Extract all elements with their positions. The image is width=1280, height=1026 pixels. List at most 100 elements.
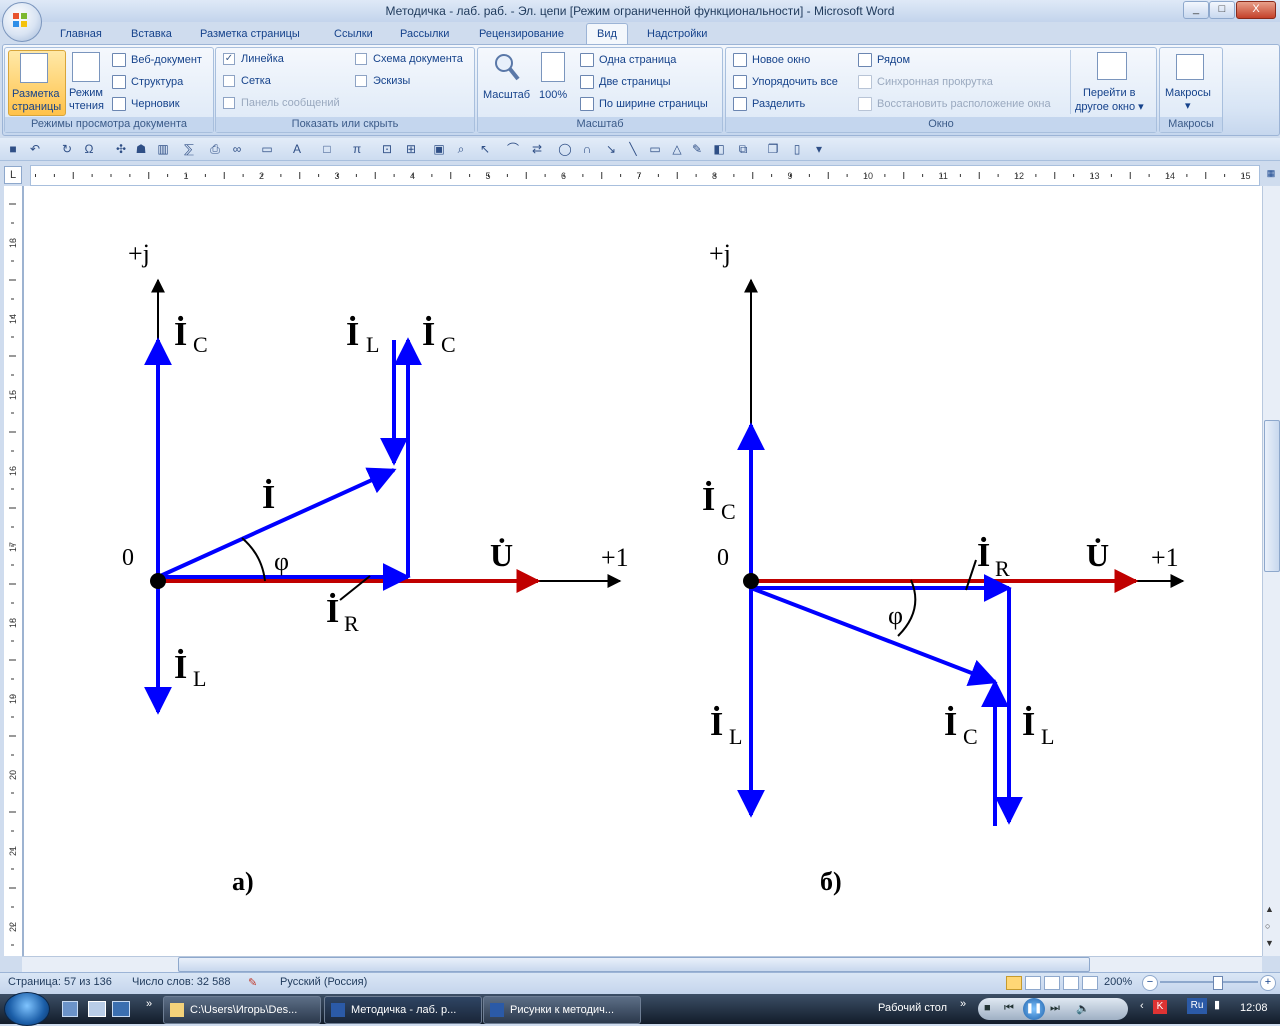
doc-map-checkbox[interactable]: Схема документа xyxy=(355,53,463,66)
equation-icon[interactable]: ⅀ xyxy=(182,142,196,156)
triangle-icon[interactable]: △ xyxy=(670,142,684,156)
stop-icon[interactable]: ■ xyxy=(984,1002,991,1014)
symbol-icon[interactable]: Ω xyxy=(82,142,96,156)
message-bar-checkbox[interactable]: Панель сообщений xyxy=(223,97,340,110)
web-layout-button[interactable]: Веб-документ xyxy=(112,53,202,67)
line-icon[interactable]: ╲ xyxy=(626,142,640,156)
reset-position-button[interactable]: Восстановить расположение окна xyxy=(858,97,1051,111)
box-icon[interactable]: □ xyxy=(320,142,334,156)
outline-button[interactable]: Структура xyxy=(112,75,183,89)
spell-icon[interactable]: ∞ xyxy=(230,142,244,156)
print-layout-button[interactable]: Разметка страницы xyxy=(8,50,66,116)
view-print-layout-icon[interactable] xyxy=(1006,976,1022,990)
shadow-icon[interactable]: ◧ xyxy=(712,142,726,156)
rectangle-icon[interactable]: ▭ xyxy=(648,142,662,156)
vertical-ruler[interactable]: 13 14 15 16 17 18 19 20 21 22 xyxy=(4,186,23,956)
copy-icon[interactable]: ❐ xyxy=(766,142,780,156)
thumbnails-checkbox[interactable]: Эскизы xyxy=(355,75,410,88)
switch-windows-button[interactable]: Перейти в другое окно ▾ xyxy=(1070,50,1153,114)
next-track-icon[interactable]: ⏭ xyxy=(1050,1002,1060,1015)
two-pages-button[interactable]: Две страницы xyxy=(580,75,671,89)
tray-arrow-icon[interactable]: ‹ xyxy=(1140,1000,1144,1012)
frame2-icon[interactable]: ⊞ xyxy=(404,142,418,156)
browse-object-icon[interactable]: ○ xyxy=(1265,921,1270,931)
group-shapes-icon[interactable]: ⧉ xyxy=(736,142,750,156)
tab-review[interactable]: Рецензирование xyxy=(479,26,564,42)
zoom-100-button[interactable]: 100% xyxy=(536,50,572,114)
next-page-icon[interactable]: ▼ xyxy=(1265,938,1274,948)
desktop-toolbar[interactable]: Рабочий стол xyxy=(878,1002,947,1014)
clock[interactable]: 12:08 xyxy=(1240,1002,1268,1014)
zoom-in-icon[interactable]: + xyxy=(1260,975,1276,991)
tab-home[interactable]: Главная xyxy=(60,26,102,42)
tab-addins[interactable]: Надстройки xyxy=(647,26,707,42)
zoom-button[interactable]: Масштаб xyxy=(481,50,533,114)
macros-button[interactable]: Макросы ▾ xyxy=(1163,50,1217,114)
print-icon[interactable]: ⎙ xyxy=(208,142,222,156)
save-icon[interactable]: ■ xyxy=(6,142,20,156)
redo-icon[interactable]: ↻ xyxy=(60,142,74,156)
view-outline-icon[interactable] xyxy=(1063,976,1080,990)
taskbar-word2-button[interactable]: Рисунки к методич... xyxy=(483,996,641,1024)
page-width-button[interactable]: По ширине страницы xyxy=(580,97,708,111)
oval-icon[interactable]: ◯ xyxy=(558,142,572,156)
pause-icon[interactable]: ❚❚ xyxy=(1023,998,1045,1020)
tab-references[interactable]: Ссылки xyxy=(334,26,373,42)
view-web-icon[interactable] xyxy=(1044,976,1061,990)
tray-icon[interactable]: ▭ xyxy=(260,142,274,156)
tab-mailings[interactable]: Рассылки xyxy=(400,26,449,42)
page-icon[interactable]: ▯ xyxy=(790,142,804,156)
zoom-out-icon[interactable]: − xyxy=(1142,975,1158,991)
tab-page-layout[interactable]: Разметка страницы xyxy=(200,26,300,42)
view-draft-icon[interactable] xyxy=(1082,976,1099,990)
prev-track-icon[interactable]: ⏮ xyxy=(1004,1002,1014,1015)
ruler-toggle-icon[interactable]: ▦ xyxy=(1264,168,1278,182)
new-window-button[interactable]: Новое окно xyxy=(733,53,810,67)
prev-page-icon[interactable]: ▲ xyxy=(1265,904,1274,914)
desktop-more-icon[interactable]: » xyxy=(960,998,966,1010)
arrow-diagonal-icon[interactable]: ↘ xyxy=(604,142,618,156)
chart-icon[interactable]: ▥ xyxy=(156,142,170,156)
split-button[interactable]: Разделить xyxy=(733,97,805,111)
customize-qat-icon[interactable]: ▾ xyxy=(812,142,826,156)
undo-icon[interactable]: ↶ xyxy=(28,142,42,156)
taskbar-word-button[interactable]: Методичка - лаб. р... xyxy=(324,996,482,1024)
start-button[interactable] xyxy=(4,992,50,1026)
quicklaunch-desktop-icon[interactable] xyxy=(112,1001,130,1017)
antivirus-icon[interactable]: K xyxy=(1153,1000,1167,1014)
people-icon[interactable]: ☗ xyxy=(134,142,148,156)
maximize-button[interactable]: □ xyxy=(1209,1,1235,19)
reading-mode-button[interactable]: Режим чтения xyxy=(66,50,110,114)
curve-icon[interactable]: ⌒ xyxy=(506,142,520,156)
view-reading-icon[interactable] xyxy=(1025,976,1042,990)
arrange-all-button[interactable]: Упорядочить все xyxy=(733,75,838,89)
language[interactable]: Русский (Россия) xyxy=(280,976,367,988)
volume-icon[interactable]: 🔈 xyxy=(1076,1002,1090,1015)
zoom-level[interactable]: 200% xyxy=(1104,976,1132,988)
zoom-slider[interactable] xyxy=(1160,981,1258,983)
page-count[interactable]: Страница: 57 из 136 xyxy=(8,976,112,988)
zoom-slider-thumb[interactable] xyxy=(1213,976,1223,990)
quicklaunch-window-icon[interactable] xyxy=(88,1001,106,1017)
grid-checkbox[interactable]: Сетка xyxy=(223,75,271,88)
frame-icon[interactable]: ⊡ xyxy=(380,142,394,156)
tab-selector[interactable]: L xyxy=(4,166,22,184)
proofing-icon[interactable]: ✎ xyxy=(248,976,257,989)
ruler-checkbox[interactable]: ✓ Линейка xyxy=(223,53,284,66)
network-icon[interactable]: ▮ xyxy=(1214,998,1220,1011)
language-indicator[interactable]: Ru xyxy=(1187,998,1207,1014)
find-icon[interactable]: ⌕ xyxy=(454,142,468,156)
quicklaunch-ie-icon[interactable] xyxy=(62,1001,78,1017)
minimize-button[interactable]: _ xyxy=(1183,1,1209,19)
font-color-icon[interactable]: A xyxy=(290,142,304,156)
arc-icon[interactable]: ∩ xyxy=(580,142,594,156)
pointer-icon[interactable]: ↖ xyxy=(478,142,492,156)
spelling-abc-icon[interactable]: ✎ xyxy=(690,142,704,156)
anchor-icon[interactable]: ✣ xyxy=(114,142,128,156)
tab-insert[interactable]: Вставка xyxy=(131,26,172,42)
image-icon[interactable]: ▣ xyxy=(432,142,446,156)
one-page-button[interactable]: Одна страница xyxy=(580,53,676,67)
pi-icon[interactable]: π xyxy=(350,142,364,156)
taskbar-explorer-button[interactable]: C:\Users\Игорь\Des... xyxy=(163,996,321,1024)
vertical-scroll-thumb[interactable] xyxy=(1264,420,1280,572)
